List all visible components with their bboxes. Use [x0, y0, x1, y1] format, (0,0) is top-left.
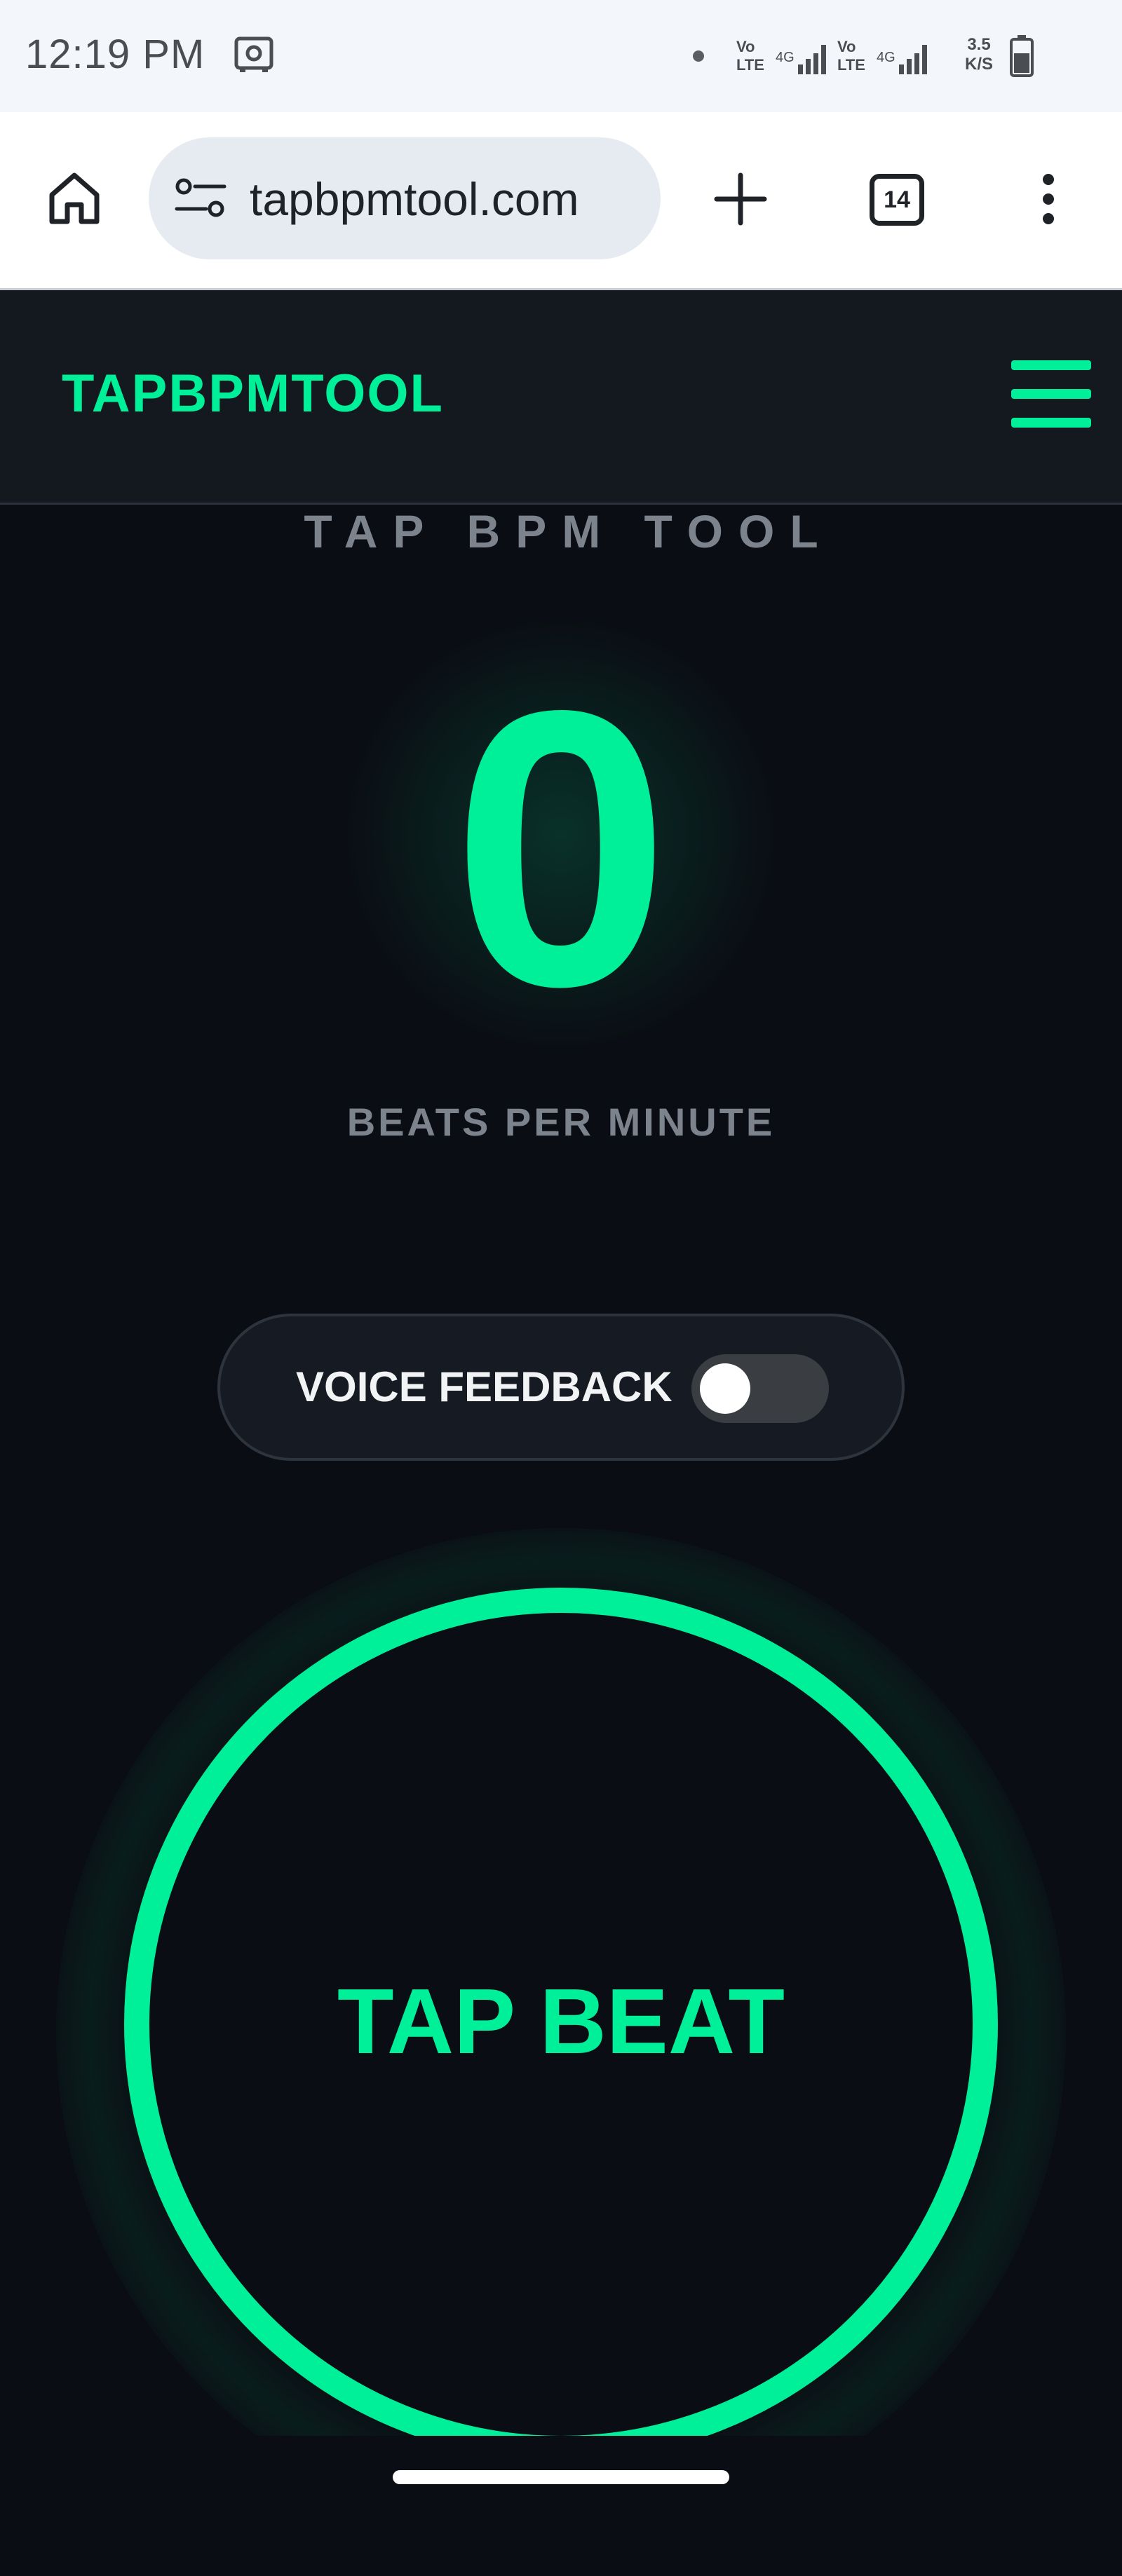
- svg-text:LTE: LTE: [837, 56, 865, 74]
- network-speed: 3.5 K/S: [964, 35, 993, 74]
- svg-text:Vo: Vo: [837, 38, 856, 55]
- notification-dot-icon: [693, 50, 704, 62]
- svg-text:LTE: LTE: [736, 56, 764, 74]
- tool-title: TAP BPM TOOL: [304, 505, 834, 557]
- svg-text:4G: 4G: [776, 50, 795, 65]
- home-icon[interactable]: [46, 170, 102, 226]
- voice-feedback-toggle[interactable]: [691, 1354, 829, 1423]
- gesture-navigation-bar: [0, 2437, 1122, 2511]
- browser-toolbar: tapbpmtool.com 14: [0, 112, 1122, 290]
- battery-icon: [1010, 35, 1034, 77]
- site-logo[interactable]: TAPBPMTOOL: [62, 363, 444, 424]
- status-time: 12:19 PM: [25, 32, 205, 77]
- safe-icon: [234, 36, 273, 72]
- svg-text:Vo: Vo: [736, 38, 755, 55]
- home-gesture-handle[interactable]: [393, 2470, 729, 2484]
- bpm-label: BEATS PER MINUTE: [346, 1100, 776, 1144]
- voice-feedback-label: VOICE FEEDBACK: [296, 1363, 672, 1410]
- toggle-knob: [700, 1363, 750, 1414]
- url-text[interactable]: tapbpmtool.com: [250, 172, 579, 226]
- status-bar: 12:19 PM Vo LTE 4G Vo LTE 4G 3.5 K/S: [0, 0, 1122, 112]
- bpm-value: 0: [452, 629, 670, 1068]
- signal-icons: Vo LTE 4G Vo LTE 4G: [736, 38, 927, 74]
- voice-feedback-control: VOICE FEEDBACK: [217, 1314, 905, 1461]
- hamburger-menu-icon[interactable]: [1011, 360, 1091, 428]
- tab-switcher-button[interactable]: 14: [870, 174, 924, 226]
- tap-beat-label[interactable]: TAP BEAT: [0, 1968, 1122, 2074]
- main-content: TAP BPM TOOL 0 BEATS PER MINUTE VOICE FE…: [0, 505, 1122, 2576]
- new-tab-icon[interactable]: [712, 171, 769, 227]
- site-header: TAPBPMTOOL: [0, 290, 1122, 505]
- address-bar[interactable]: tapbpmtool.com: [149, 137, 661, 259]
- site-settings-icon[interactable]: [174, 177, 227, 219]
- more-options-icon[interactable]: [1038, 171, 1059, 227]
- svg-text:4G: 4G: [877, 50, 895, 65]
